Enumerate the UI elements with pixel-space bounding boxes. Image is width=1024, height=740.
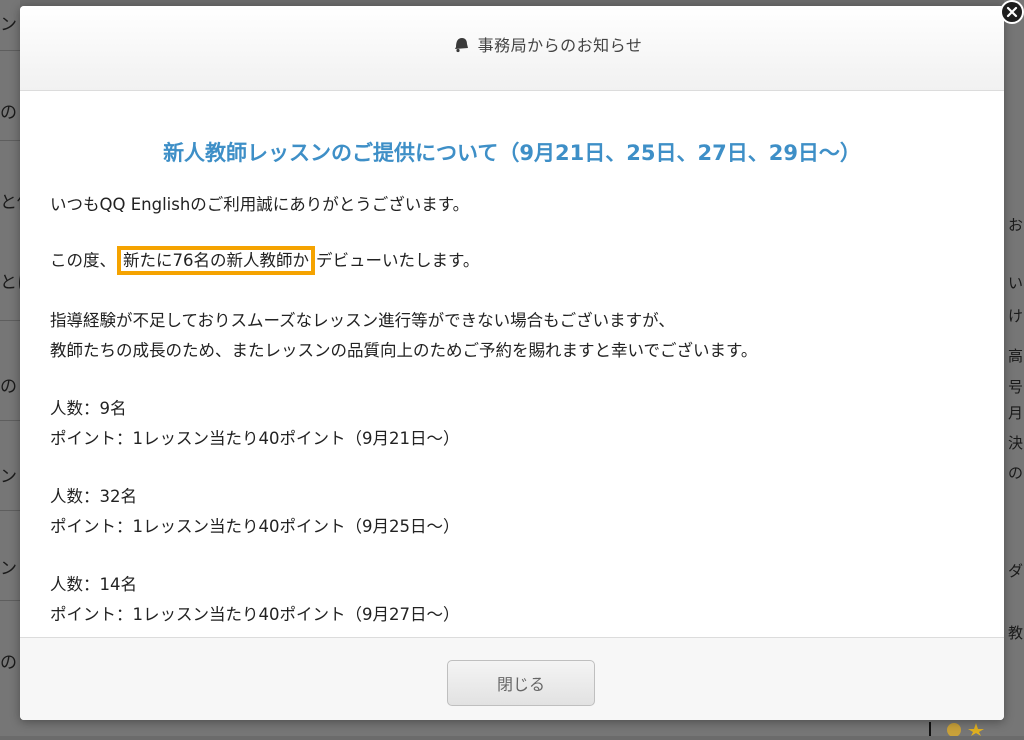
background-text: と伴 — [0, 193, 20, 213]
note-text-line2: 教師たちの成長のため、またレッスンの品質向上のためご予約を賜れますと幸いでござい… — [50, 341, 758, 360]
background-text: のこ — [0, 103, 20, 123]
background-divider — [0, 320, 20, 321]
background-divider — [0, 50, 20, 51]
background-divider — [0, 600, 20, 601]
background-text: ンド — [0, 559, 20, 579]
highlighted-teacher-count: 新たに76名の新人教師か — [117, 246, 315, 275]
notice-title: 新人教師レッスンのご提供について（9月21日、25日、27日、29日〜） — [163, 141, 861, 165]
background-text: のこ — [0, 653, 20, 673]
greeting-text: いつもQQ Englishのご利用誠にありがとうございます。 — [50, 195, 470, 214]
close-icon[interactable] — [1000, 0, 1024, 24]
background-text: お — [1008, 216, 1024, 234]
announcement-modal: 事務局からのお知らせ 新人教師レッスンのご提供について（9月21日、25日、27… — [20, 6, 1004, 720]
modal-body[interactable]: 新人教師レッスンのご提供について（9月21日、25日、27日、29日〜） いつも… — [20, 91, 1004, 636]
modal-title: 事務局からのお知らせ — [477, 36, 643, 55]
background-text: け — [1008, 307, 1024, 325]
background-text: 教 — [1008, 624, 1024, 642]
background-text: の — [1008, 464, 1024, 482]
group-points: ポイント：1レッスン当たり40ポイント（9月21日〜） — [50, 429, 460, 448]
background-divider — [0, 420, 20, 421]
background-page-bottom — [20, 720, 1024, 737]
group-points: ポイント：1レッスン当たり40ポイント（9月27日〜） — [50, 605, 460, 624]
announcement-text: この度、 新たに76名の新人教師か デビューいたします。 — [50, 246, 480, 275]
bell-icon — [452, 35, 470, 53]
background-text: のこ — [0, 377, 20, 397]
background-text: 高 — [1008, 347, 1024, 365]
background-text: い — [1008, 274, 1024, 292]
background-divider — [0, 510, 20, 511]
background-text: ント — [0, 467, 20, 487]
background-text: 号 — [1008, 378, 1024, 396]
close-button[interactable]: 閉じる — [447, 660, 595, 706]
background-divider — [0, 140, 20, 141]
trophy-icon — [920, 720, 990, 740]
background-text: ンド — [0, 15, 20, 35]
background-page-right: お い け 高 号 月 決 の ダ 教 — [1004, 0, 1024, 736]
background-text: 月 — [1008, 404, 1024, 422]
group-count: 人数：32名 — [50, 487, 137, 506]
modal-footer: 閉じる — [20, 637, 1004, 720]
announcement-prefix: この度、 — [50, 251, 116, 270]
background-page-left: ンド のこ と伴 とに のこ ント ンド のこ — [0, 0, 20, 736]
modal-header: 事務局からのお知らせ — [20, 6, 1004, 91]
group-count: 人数：14名 — [50, 575, 137, 594]
background-text: とに — [0, 273, 20, 293]
group-count: 人数：9名 — [50, 399, 127, 418]
note-text-line1: 指導経験が不足しておりスムーズなレッスン進行等ができない場合もございますが、 — [50, 311, 675, 330]
background-text: 決 — [1008, 434, 1024, 452]
announcement-suffix: デビューいたします。 — [316, 251, 480, 270]
background-text: ダ — [1008, 562, 1024, 580]
group-points: ポイント：1レッスン当たり40ポイント（9月25日〜） — [50, 517, 460, 536]
